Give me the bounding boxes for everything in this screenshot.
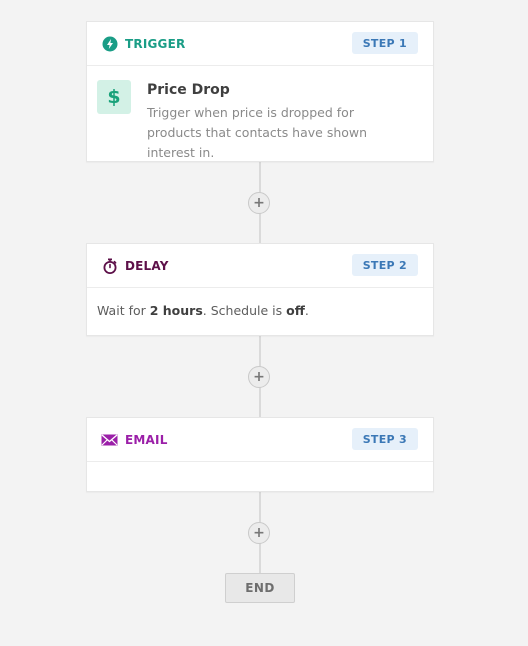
stopwatch-icon [101, 257, 118, 274]
delay-body: Wait for 2 hours. Schedule is off. [87, 288, 433, 333]
delay-text-prefix: Wait for [97, 303, 150, 318]
email-card[interactable]: EMAIL STEP 3 [86, 417, 434, 492]
lightning-icon [101, 35, 118, 52]
trigger-card-header: TRIGGER STEP 1 [87, 22, 433, 66]
plus-icon: + [253, 525, 265, 541]
email-label: EMAIL [125, 432, 168, 447]
trigger-title: Price Drop [147, 82, 230, 98]
add-step-button[interactable]: + [248, 522, 270, 544]
add-step-button[interactable]: + [248, 366, 270, 388]
delay-label: DELAY [125, 258, 169, 273]
step-badge: STEP 2 [351, 254, 418, 276]
envelope-icon [101, 431, 118, 448]
schedule-status: off [286, 303, 305, 318]
trigger-text: Price Drop Trigger when price is dropped… [147, 82, 412, 163]
trigger-description: Trigger when price is dropped for produc… [147, 105, 368, 160]
trigger-body: $ Price Drop Trigger when price is dropp… [87, 66, 433, 179]
step-badge: STEP 3 [351, 428, 418, 450]
trigger-label: TRIGGER [125, 36, 186, 51]
delay-card[interactable]: DELAY STEP 2 Wait for 2 hours. Schedule … [86, 243, 434, 336]
dollar-icon: $ [97, 80, 131, 114]
trigger-card[interactable]: TRIGGER STEP 1 $ Price Drop Trigger when… [86, 21, 434, 162]
end-node: END [225, 573, 295, 603]
delay-text-suffix: . [304, 303, 309, 318]
delay-card-header: DELAY STEP 2 [87, 244, 433, 288]
plus-icon: + [253, 369, 265, 385]
email-card-header: EMAIL STEP 3 [87, 418, 433, 462]
step-badge: STEP 1 [351, 32, 418, 54]
plus-icon: + [253, 195, 265, 211]
delay-text-middle: . Schedule is [202, 303, 287, 318]
delay-duration: 2 hours [149, 303, 203, 318]
add-step-button[interactable]: + [248, 192, 270, 214]
